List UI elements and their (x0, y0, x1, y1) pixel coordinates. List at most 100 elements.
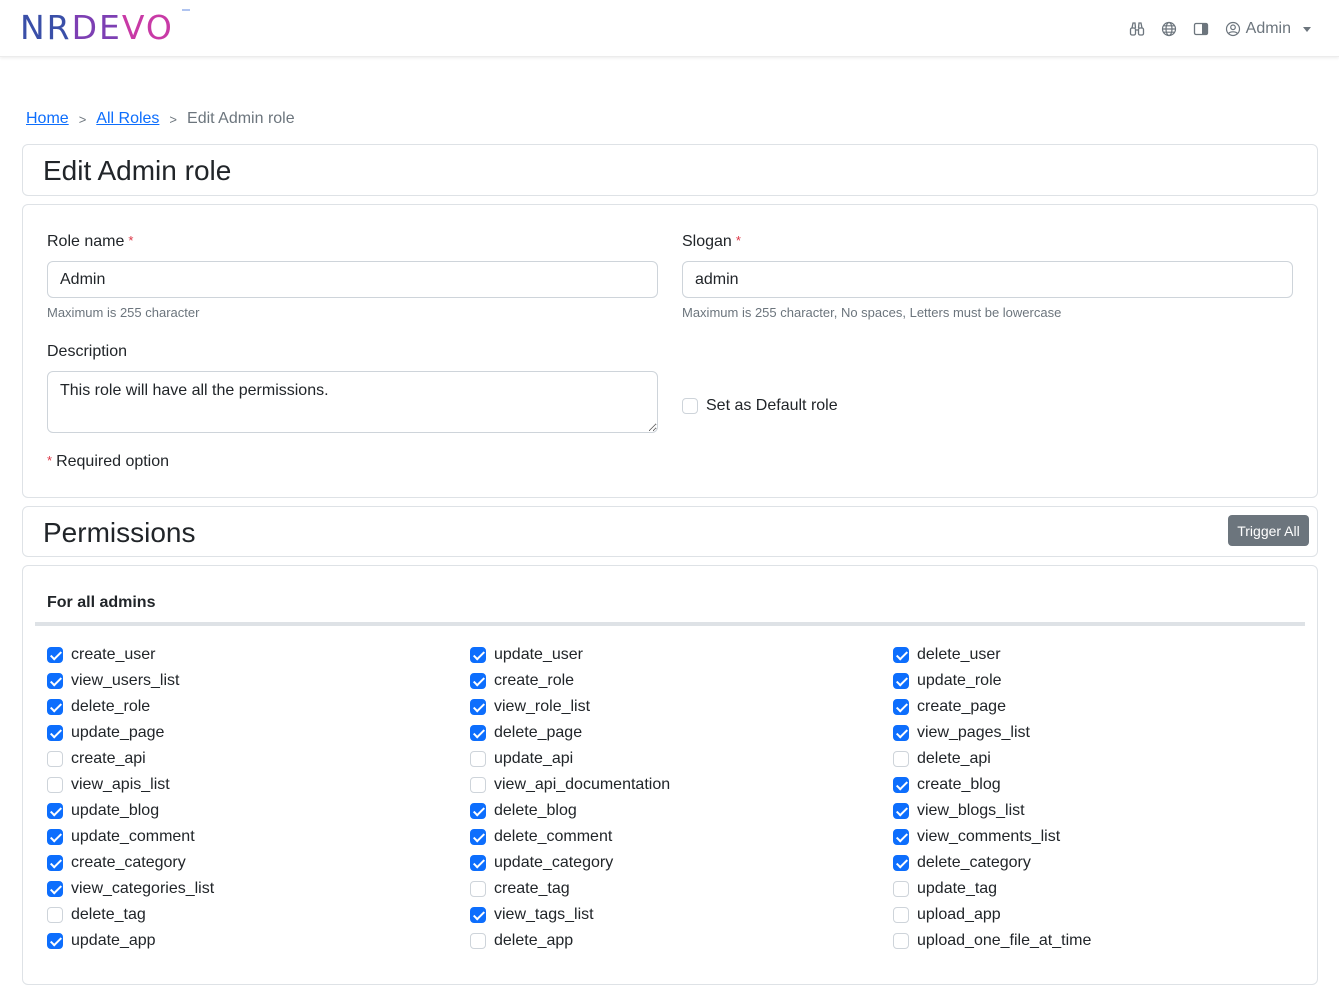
permission-checkbox[interactable] (47, 751, 63, 767)
default-role-checkbox[interactable] (682, 398, 698, 414)
permission-label: create_category (71, 854, 186, 871)
role-name-label: Role name * (47, 233, 133, 251)
trigger-all-button[interactable]: Trigger All (1228, 515, 1309, 546)
permission-checkbox[interactable] (893, 881, 909, 897)
permission-label: delete_category (917, 854, 1031, 871)
permission-label: update_api (494, 750, 574, 767)
permission-label: view_categories_list (71, 880, 215, 897)
permission-checkbox[interactable] (470, 751, 486, 767)
permission-checkbox[interactable] (893, 699, 909, 715)
permission-checkbox[interactable] (893, 803, 909, 819)
slogan-label: Slogan * (682, 233, 741, 251)
permission-item: view_blogs_list (893, 802, 1025, 820)
role-name-label-text: Role name (47, 233, 125, 250)
breadcrumb-roles-link[interactable]: All Roles (96, 110, 159, 128)
logo-part-1: NR (20, 8, 72, 47)
slogan-input[interactable] (682, 261, 1293, 298)
permission-checkbox[interactable] (893, 933, 909, 949)
permissions-title: Permissions (43, 517, 196, 548)
permission-item: delete_comment (470, 828, 612, 846)
brand-logo[interactable]: NRDEVO (20, 8, 174, 48)
permission-checkbox[interactable] (893, 855, 909, 871)
permission-label: update_app (71, 932, 156, 949)
breadcrumb-home-link[interactable]: Home (26, 110, 69, 128)
permission-label: create_api (71, 750, 146, 767)
permission-item: create_role (470, 672, 574, 690)
globe-icon[interactable] (1160, 20, 1178, 38)
permission-label: delete_blog (494, 802, 577, 819)
permission-checkbox[interactable] (470, 829, 486, 845)
permission-item: view_categories_list (47, 880, 214, 898)
role-form-card: Role name* Maximum is 255 character Slog… (22, 204, 1318, 498)
permission-checkbox[interactable] (893, 751, 909, 767)
permission-checkbox[interactable] (470, 647, 486, 663)
permission-label: update_category (494, 854, 614, 871)
permission-label: update_tag (917, 880, 998, 897)
permission-label: update_blog (71, 802, 160, 819)
permission-checkbox[interactable] (893, 907, 909, 923)
permission-checkbox[interactable] (893, 673, 909, 689)
permission-checkbox[interactable] (47, 699, 63, 715)
permission-label: delete_role (71, 698, 151, 715)
permission-item: delete_category (893, 854, 1031, 872)
permission-checkbox[interactable] (893, 647, 909, 663)
permission-checkbox[interactable] (893, 777, 909, 793)
permission-checkbox[interactable] (470, 907, 486, 923)
permission-item: delete_blog (470, 802, 577, 820)
permission-checkbox[interactable] (47, 777, 63, 793)
permission-item: delete_api (893, 750, 991, 768)
permission-item: view_api_documentation (470, 776, 670, 794)
permission-checkbox[interactable] (47, 803, 63, 819)
permission-checkbox[interactable] (47, 829, 63, 845)
top-actions: Admin (1128, 17, 1311, 41)
permission-label: view_blogs_list (917, 802, 1025, 819)
permission-checkbox[interactable] (47, 855, 63, 871)
permission-label: view_apis_list (71, 776, 170, 793)
permission-checkbox[interactable] (470, 933, 486, 949)
breadcrumb-separator: > (78, 111, 87, 127)
permission-checkbox[interactable] (47, 933, 63, 949)
permission-label: upload_app (917, 906, 1001, 923)
role-name-input[interactable] (47, 261, 658, 298)
permission-item: upload_app (893, 906, 1001, 924)
permission-checkbox[interactable] (470, 725, 486, 741)
sidebar-toggle-icon[interactable] (1192, 20, 1210, 38)
required-mark: * (735, 233, 741, 248)
permission-item: delete_page (470, 724, 582, 742)
required-mark: * (47, 453, 53, 468)
permission-label: create_user (71, 646, 156, 663)
permission-item: delete_user (893, 646, 1001, 664)
permission-checkbox[interactable] (470, 673, 486, 689)
permission-checkbox[interactable] (470, 777, 486, 793)
permission-label: view_tags_list (494, 906, 594, 923)
permission-item: update_role (893, 672, 1002, 690)
permission-item: create_category (47, 854, 186, 872)
permission-label: view_pages_list (917, 724, 1030, 741)
permission-checkbox[interactable] (470, 855, 486, 871)
permission-label: upload_one_file_at_time (917, 932, 1092, 949)
user-menu-toggle[interactable]: Admin (1224, 20, 1311, 38)
permission-checkbox[interactable] (470, 699, 486, 715)
permission-checkbox[interactable] (47, 725, 63, 741)
permission-label: view_users_list (71, 672, 180, 689)
description-textarea[interactable]: This role will have all the permissions. (47, 371, 658, 433)
permission-checkbox[interactable] (47, 673, 63, 689)
permission-item: view_pages_list (893, 724, 1030, 742)
permission-checkbox[interactable] (470, 803, 486, 819)
slogan-help: Maximum is 255 character, No spaces, Let… (682, 305, 1062, 320)
permission-checkbox[interactable] (47, 647, 63, 663)
permission-checkbox[interactable] (893, 725, 909, 741)
permission-label: delete_tag (71, 906, 146, 923)
permission-checkbox[interactable] (470, 881, 486, 897)
permission-group-title: For all admins (47, 594, 156, 611)
permission-item: update_api (470, 750, 573, 768)
role-name-help: Maximum is 255 character (47, 305, 200, 320)
permission-label: delete_page (494, 724, 583, 741)
permission-checkbox[interactable] (893, 829, 909, 845)
binoculars-icon[interactable] (1128, 20, 1146, 38)
permission-item: create_tag (470, 880, 570, 898)
permission-item: view_role_list (470, 698, 590, 716)
permission-checkbox[interactable] (47, 907, 63, 923)
permission-checkbox[interactable] (47, 881, 63, 897)
permission-item: create_blog (893, 776, 1001, 794)
